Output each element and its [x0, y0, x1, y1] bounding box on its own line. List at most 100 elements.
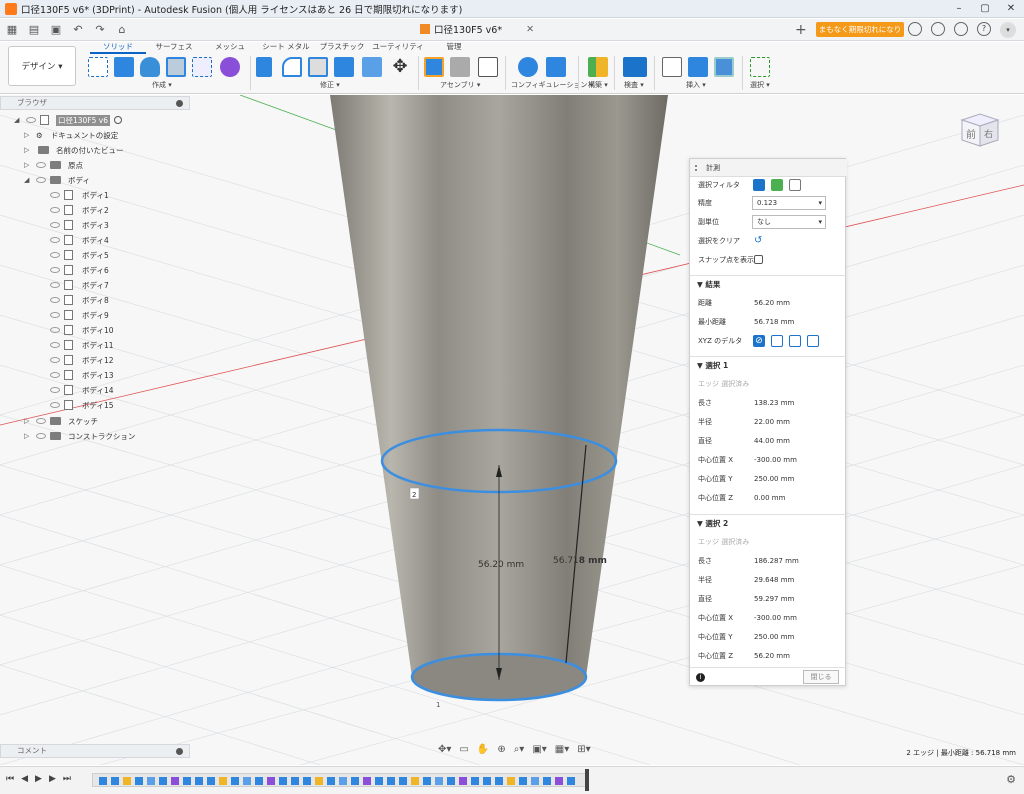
delta-x-icon[interactable]	[771, 335, 783, 347]
visibility-eye-icon[interactable]	[50, 297, 60, 303]
tree-item-body[interactable]: ボディ2	[46, 203, 111, 217]
expand-arrow-icon[interactable]: ▷	[24, 161, 32, 169]
tree-item-bodies[interactable]: ◢ ボディ	[24, 173, 92, 187]
tree-item-body[interactable]: ボディ4	[46, 233, 111, 247]
timeline-track[interactable]	[92, 773, 588, 787]
modify-group[interactable]: 修正 ▾	[320, 80, 340, 90]
tree-item-body[interactable]: ボディ5	[46, 248, 111, 262]
timeline-feature-icon[interactable]	[387, 777, 395, 785]
configure-icon[interactable]	[518, 57, 538, 77]
filter-body-icon[interactable]	[753, 179, 765, 191]
filter-component-icon[interactable]	[789, 179, 801, 191]
timeline-feature-icon[interactable]	[327, 777, 335, 785]
zoom-icon[interactable]: ⊕	[497, 744, 505, 755]
visibility-eye-icon[interactable]	[50, 252, 60, 258]
visibility-eye-icon[interactable]	[36, 162, 46, 168]
job-status-icon[interactable]	[931, 22, 945, 36]
insert-derive-icon[interactable]	[662, 57, 682, 77]
tab-plastic[interactable]: プラスチック	[314, 42, 370, 54]
view-cube[interactable]: 前 右	[960, 108, 1000, 148]
timeline-feature-icon[interactable]	[207, 777, 215, 785]
tab-sheet-metal[interactable]: シート メタル	[258, 42, 314, 54]
precision-select[interactable]: 0.123	[752, 196, 826, 210]
timeline-feature-icon[interactable]	[351, 777, 359, 785]
timeline-feature-icon[interactable]	[531, 777, 539, 785]
pattern-icon[interactable]	[192, 57, 212, 77]
home-icon[interactable]: ⌂	[114, 22, 130, 38]
timeline-feature-icon[interactable]	[471, 777, 479, 785]
timeline-feature-icon[interactable]	[255, 777, 263, 785]
collapse-arrow-icon[interactable]: ◢	[24, 176, 32, 184]
xyz-none-icon[interactable]: ⊘	[753, 335, 765, 347]
help-icon[interactable]: ?	[977, 22, 991, 36]
create-group[interactable]: 作成 ▾	[152, 80, 172, 90]
display-settings-icon[interactable]: ▣▾	[532, 744, 546, 755]
timeline-feature-icon[interactable]	[339, 777, 347, 785]
offset-plane-icon[interactable]	[588, 57, 608, 77]
extrude-icon[interactable]	[114, 57, 134, 77]
visibility-eye-icon[interactable]	[50, 327, 60, 333]
timeline-feature-icon[interactable]	[411, 777, 419, 785]
go-to-end-icon[interactable]: ⏭	[63, 774, 71, 784]
timeline-feature-icon[interactable]	[159, 777, 167, 785]
tree-item-body[interactable]: ボディ8	[46, 293, 111, 307]
results-section[interactable]: ▼ 結果	[690, 275, 847, 293]
expand-arrow-icon[interactable]: ▷	[24, 146, 32, 154]
visibility-eye-icon[interactable]	[50, 192, 60, 198]
shell-icon[interactable]	[308, 57, 328, 77]
visibility-eye-icon[interactable]	[50, 372, 60, 378]
zoom-window-icon[interactable]: ⌕▾	[514, 744, 525, 755]
document-tab[interactable]: 口径130F5 v6* ✕	[420, 22, 534, 36]
user-avatar[interactable]: ▾	[1000, 22, 1016, 38]
tab-mesh[interactable]: メッシュ	[202, 42, 258, 54]
timeline-feature-icon[interactable]	[507, 777, 515, 785]
visibility-eye-icon[interactable]	[26, 117, 36, 123]
timeline-feature-icon[interactable]	[495, 777, 503, 785]
tree-item-body[interactable]: ボディ15	[46, 398, 116, 412]
grid-settings-icon[interactable]: ▦▾	[555, 744, 569, 755]
timeline-feature-icon[interactable]	[195, 777, 203, 785]
close-tab-icon[interactable]: ✕	[526, 24, 534, 35]
save-icon[interactable]: ▣	[48, 22, 64, 38]
notifications-icon[interactable]	[954, 22, 968, 36]
close-window-button[interactable]: ✕	[998, 0, 1024, 18]
insert-group[interactable]: 挿入 ▾	[686, 80, 706, 90]
selection-1-section[interactable]: ▼ 選択 1	[690, 356, 847, 374]
visibility-eye-icon[interactable]	[50, 387, 60, 393]
timeline-feature-icon[interactable]	[363, 777, 371, 785]
subunit-select[interactable]: なし	[752, 215, 826, 229]
comments-panel[interactable]: コメント	[0, 744, 190, 758]
timeline-feature-icon[interactable]	[423, 777, 431, 785]
timeline-feature-icon[interactable]	[243, 777, 251, 785]
revolve-icon[interactable]	[140, 57, 160, 77]
info-icon[interactable]: i	[696, 673, 705, 682]
tree-item-document-settings[interactable]: ▷ ⚙ ドキュメントの設定	[24, 128, 120, 142]
inspect-group[interactable]: 検査 ▾	[624, 80, 644, 90]
timeline-feature-icon[interactable]	[171, 777, 179, 785]
orbit-icon[interactable]: ✥▾	[438, 744, 451, 755]
timeline-feature-icon[interactable]	[567, 777, 575, 785]
timeline-feature-icon[interactable]	[291, 777, 299, 785]
fillet-icon[interactable]	[282, 57, 302, 77]
view-cube-front[interactable]: 前	[966, 128, 976, 141]
timeline-feature-icon[interactable]	[183, 777, 191, 785]
combine-icon[interactable]	[334, 57, 354, 77]
hole-icon[interactable]	[166, 57, 186, 77]
expand-arrow-icon[interactable]: ▷	[24, 432, 32, 440]
view-cube-right[interactable]: 右	[984, 128, 993, 140]
timeline-feature-icon[interactable]	[123, 777, 131, 785]
visibility-eye-icon[interactable]	[36, 177, 46, 183]
tree-root[interactable]: ◢ 口径130F5 v6	[14, 113, 122, 127]
new-tab-button[interactable]: +	[795, 22, 807, 38]
visibility-eye-icon[interactable]	[50, 207, 60, 213]
file-menu-icon[interactable]: ▤	[26, 22, 42, 38]
select-group[interactable]: 選択 ▾	[750, 80, 770, 90]
maximize-button[interactable]: ▢	[972, 0, 998, 18]
activate-radio-icon[interactable]	[114, 116, 122, 124]
timeline-feature-icon[interactable]	[375, 777, 383, 785]
viewports-icon[interactable]: ⊞▾	[577, 744, 590, 755]
timeline-feature-icon[interactable]	[447, 777, 455, 785]
tree-item-body[interactable]: ボディ14	[46, 383, 116, 397]
joint-icon[interactable]	[450, 57, 470, 77]
step-forward-icon[interactable]: ▶	[49, 774, 56, 784]
